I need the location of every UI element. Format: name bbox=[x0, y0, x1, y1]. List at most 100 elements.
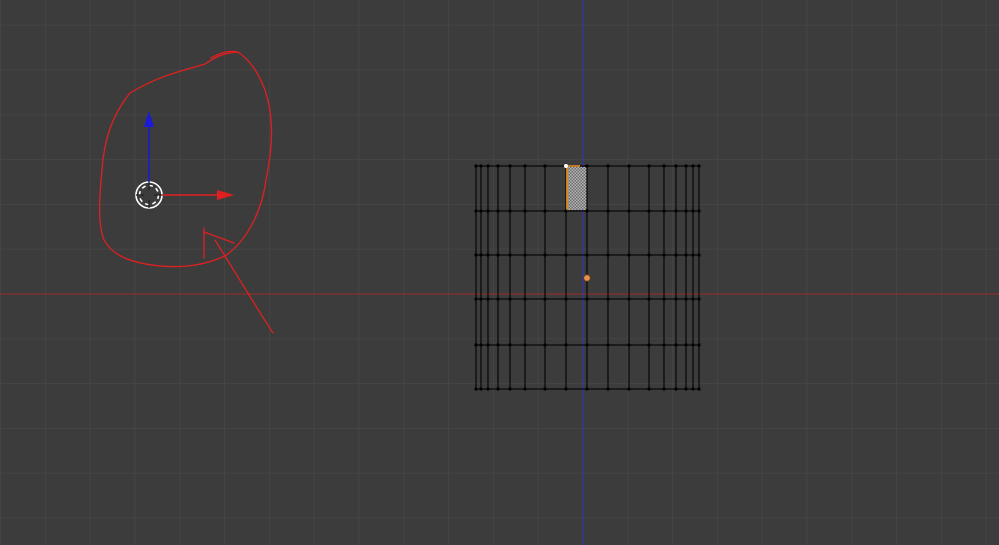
mesh-vertex bbox=[627, 164, 631, 168]
mesh-vertex bbox=[543, 297, 547, 301]
z-arrow-icon[interactable] bbox=[144, 111, 154, 182]
mesh-vertex bbox=[585, 297, 589, 301]
mesh-vertex bbox=[474, 209, 478, 213]
mesh-vertex bbox=[662, 297, 666, 301]
mesh-vertex bbox=[486, 297, 490, 301]
mesh-vertex bbox=[543, 209, 547, 213]
mesh-vertex bbox=[508, 164, 512, 168]
mesh-vertex bbox=[606, 164, 610, 168]
mesh-vertex bbox=[486, 343, 490, 347]
mesh-vertex bbox=[674, 164, 678, 168]
mesh-vertex bbox=[508, 297, 512, 301]
mesh-vertex bbox=[606, 387, 610, 391]
mesh-vertex bbox=[662, 164, 666, 168]
mesh-vertex bbox=[647, 387, 651, 391]
selected-face[interactable] bbox=[568, 167, 587, 210]
mesh-vertex bbox=[564, 343, 568, 347]
3d-viewport[interactable] bbox=[0, 0, 999, 545]
mesh-vertex bbox=[486, 164, 490, 168]
mesh-vertex bbox=[674, 209, 678, 213]
mesh-vertex bbox=[523, 164, 527, 168]
mesh-vertex bbox=[662, 253, 666, 257]
mesh-vertex bbox=[627, 297, 631, 301]
mesh-vertex bbox=[684, 164, 688, 168]
mesh-vertex bbox=[523, 343, 527, 347]
mesh-vertex bbox=[697, 343, 701, 347]
mesh-vertex bbox=[585, 209, 589, 213]
mesh-vertex bbox=[691, 164, 695, 168]
mesh-vertex bbox=[647, 209, 651, 213]
mesh-vertex bbox=[479, 164, 483, 168]
mesh-vertex bbox=[543, 253, 547, 257]
mesh-vertex bbox=[474, 297, 478, 301]
mesh-vertex bbox=[691, 209, 695, 213]
mesh-vertex bbox=[585, 387, 589, 391]
3d-cursor-icon[interactable] bbox=[135, 181, 163, 209]
mesh-vertex bbox=[508, 343, 512, 347]
active-vertex[interactable] bbox=[564, 164, 568, 168]
mesh-vertex bbox=[479, 209, 483, 213]
mesh-vertex bbox=[496, 164, 500, 168]
mesh-vertex bbox=[486, 387, 490, 391]
mesh-vertex bbox=[523, 209, 527, 213]
mesh-vertex bbox=[684, 343, 688, 347]
mesh-vertex bbox=[564, 297, 568, 301]
background-grid bbox=[0, 0, 999, 545]
mesh-vertex bbox=[627, 209, 631, 213]
mesh-vertex bbox=[508, 209, 512, 213]
mesh-vertex bbox=[697, 253, 701, 257]
mesh-vertex bbox=[647, 164, 651, 168]
object-origin[interactable] bbox=[583, 274, 591, 282]
mesh-vertex bbox=[606, 297, 610, 301]
mesh-vertex bbox=[662, 343, 666, 347]
mesh-vertex bbox=[674, 343, 678, 347]
mesh-vertex bbox=[647, 343, 651, 347]
mesh-vertex bbox=[697, 209, 701, 213]
mesh-vertex bbox=[606, 209, 610, 213]
mesh-vertex bbox=[564, 209, 568, 213]
mesh-vertex bbox=[564, 387, 568, 391]
mesh-vertex bbox=[684, 253, 688, 257]
mesh-vertex bbox=[684, 387, 688, 391]
viewport-canvas[interactable] bbox=[0, 0, 999, 545]
mesh-vertex bbox=[496, 209, 500, 213]
mesh-vertex bbox=[691, 343, 695, 347]
mesh-vertex bbox=[474, 164, 478, 168]
mesh-vertex bbox=[479, 387, 483, 391]
mesh-vertex bbox=[627, 387, 631, 391]
mesh-vertex bbox=[523, 253, 527, 257]
grid-mesh[interactable] bbox=[474, 164, 701, 391]
x-arrow-icon[interactable] bbox=[162, 190, 234, 200]
mesh-vertex bbox=[479, 253, 483, 257]
mesh-vertex bbox=[697, 297, 701, 301]
mesh-vertex bbox=[627, 343, 631, 347]
mesh-vertex bbox=[691, 297, 695, 301]
mesh-vertex bbox=[543, 343, 547, 347]
mesh-vertex bbox=[674, 253, 678, 257]
mesh-vertex bbox=[486, 253, 490, 257]
mesh-vertex bbox=[606, 253, 610, 257]
mesh-vertex bbox=[627, 253, 631, 257]
red-annotation bbox=[98, 50, 274, 334]
mesh-vertex bbox=[684, 297, 688, 301]
mesh-vertex bbox=[508, 387, 512, 391]
mesh-vertex bbox=[647, 253, 651, 257]
mesh-vertex bbox=[662, 209, 666, 213]
mesh-vertex bbox=[474, 343, 478, 347]
mesh-vertex bbox=[486, 209, 490, 213]
mesh-vertex bbox=[697, 387, 701, 391]
mesh-vertex bbox=[647, 297, 651, 301]
mesh-vertex bbox=[674, 387, 678, 391]
mesh-vertex bbox=[508, 253, 512, 257]
mesh-vertex bbox=[523, 387, 527, 391]
mesh-vertex bbox=[543, 387, 547, 391]
mesh-vertex bbox=[523, 297, 527, 301]
mesh-vertex bbox=[585, 253, 589, 257]
mesh-vertex bbox=[496, 253, 500, 257]
hand-drawn-circle bbox=[98, 50, 273, 268]
mesh-vertex bbox=[606, 343, 610, 347]
mesh-vertex bbox=[474, 387, 478, 391]
mesh-vertex bbox=[585, 343, 589, 347]
mesh-vertex bbox=[496, 343, 500, 347]
mesh-vertex bbox=[697, 164, 701, 168]
